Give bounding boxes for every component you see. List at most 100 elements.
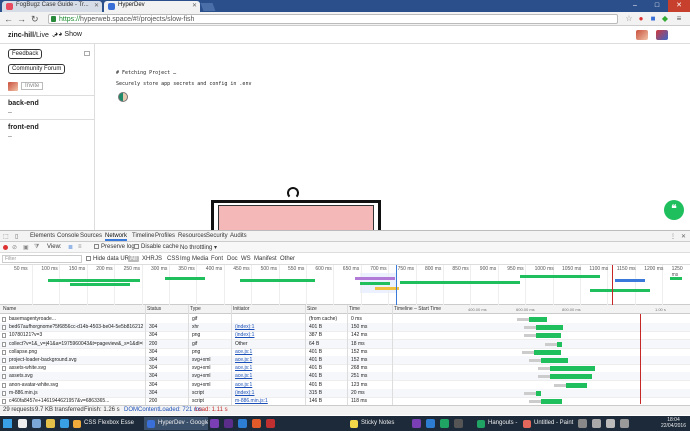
new-tab-button[interactable] (200, 3, 216, 11)
tab-fogbugz[interactable]: FogBugz Case Guide - Tr... ✕ (2, 1, 102, 12)
devtools-tab-network[interactable]: Network (105, 233, 128, 241)
column-header-size[interactable]: Size (307, 306, 317, 312)
devtools-tab-profiles[interactable]: Profiles (155, 233, 175, 239)
feedback-button[interactable]: Feedback (8, 49, 43, 59)
column-divider[interactable] (145, 305, 146, 405)
project-name[interactable]: zinc-hill/Live ⌄ (8, 31, 57, 39)
forward-arrow-icon[interactable]: → (17, 14, 26, 24)
menu-icon[interactable]: ≡ (674, 14, 684, 24)
column-divider[interactable] (231, 305, 232, 405)
clear-icon[interactable]: ⊘ (12, 244, 17, 251)
volume-icon[interactable] (606, 419, 615, 428)
devtools-tab-timeline[interactable]: Timeline (132, 233, 154, 239)
user-avatar[interactable] (636, 30, 648, 40)
cell-initiator[interactable]: ace.js:1 (235, 365, 303, 371)
devtools-tab-security[interactable]: Security (206, 233, 228, 239)
system-tray-icon[interactable] (578, 419, 587, 428)
taskbar-item[interactable]: CSS Flexbox Essenti... (70, 417, 134, 430)
vscode-icon[interactable] (238, 419, 247, 428)
section-front-end[interactable]: front-end (8, 124, 39, 131)
filter-type-manifest[interactable]: Manifest (254, 256, 277, 262)
devtools-tab-console[interactable]: Console (57, 233, 79, 239)
more-options-icon[interactable]: ⋮ (670, 233, 676, 240)
column-header-name[interactable]: Name (3, 306, 16, 312)
extension-icon[interactable]: ■ (648, 14, 658, 24)
edge-browser-icon[interactable] (60, 419, 69, 428)
url-input[interactable]: https://hyperweb.space/#!/projects/slow-… (48, 14, 618, 24)
column-header-initiator[interactable]: Initiator (233, 306, 249, 312)
filter-input[interactable]: Filter (2, 255, 82, 263)
taskbar-item[interactable]: Untitled - Paint (520, 417, 576, 430)
filter-type-all[interactable]: All (128, 256, 139, 262)
column-header-time[interactable]: Time (349, 306, 360, 312)
invite-button[interactable]: Invite (21, 82, 44, 90)
close-tab-icon[interactable]: ✕ (94, 2, 99, 9)
show-button[interactable]: ◕◕ Show (54, 31, 82, 38)
capture-screenshots-icon[interactable]: ▣ (23, 244, 29, 251)
throttling-select[interactable]: No throttling ▾ (180, 244, 217, 251)
cell-initiator[interactable]: (index):1 (235, 324, 303, 330)
cell-initiator[interactable]: ace.js:1 (235, 349, 303, 355)
visual-studio-icon[interactable] (224, 419, 233, 428)
cell-initiator[interactable]: (index):1 (235, 390, 303, 396)
taskbar-item[interactable]: HyperDev - Google ... (144, 417, 208, 430)
tab-hyperdev[interactable]: HyperDev ✕ (104, 1, 200, 12)
bookmark-star-icon[interactable]: ☆ (624, 14, 634, 24)
app-icon[interactable] (266, 419, 275, 428)
close-icon[interactable]: ✕ (681, 233, 686, 240)
devtools-tab-elements[interactable]: Elements (30, 233, 55, 239)
clock[interactable]: 18:04 22/04/2016 (661, 417, 686, 429)
column-divider[interactable] (188, 305, 189, 405)
filter-icon[interactable]: ⧩ (34, 244, 39, 251)
device-mode-icon[interactable]: ▯ (15, 233, 18, 240)
collapse-sidebar-icon[interactable] (84, 51, 90, 56)
cell-initiator[interactable]: ace.js:1 (235, 382, 303, 388)
devtools-tab-audits[interactable]: Audits (230, 233, 247, 239)
cell-initiator[interactable]: ace.js:1 (235, 357, 303, 363)
search-icon[interactable] (18, 419, 27, 428)
app-icon[interactable] (454, 419, 463, 428)
close-tab-icon[interactable]: ✕ (192, 2, 197, 9)
overview-icon[interactable]: ≡ (78, 244, 82, 250)
filter-type-font[interactable]: Font (211, 256, 223, 262)
devtools-tab-sources[interactable]: Sources (80, 233, 102, 239)
inspect-icon[interactable]: ⬚ (3, 233, 9, 240)
filter-type-css[interactable]: CSS (167, 256, 179, 262)
maximize-button[interactable]: □ (646, 0, 668, 12)
record-icon[interactable] (3, 245, 8, 250)
taskbar-item[interactable]: Hangouts - danny... (474, 417, 518, 430)
filter-type-js[interactable]: JS (155, 256, 162, 262)
close-window-button[interactable]: ✕ (668, 0, 690, 12)
extension-icon[interactable]: ◆ (660, 14, 670, 24)
filter-type-xhr[interactable]: XHR (142, 256, 155, 262)
devtools-tab-resources[interactable]: Resources (178, 233, 207, 239)
app-icon[interactable] (252, 419, 261, 428)
visual-studio-icon[interactable] (210, 419, 219, 428)
project-avatar[interactable] (656, 30, 668, 40)
cell-initiator[interactable]: (index):1 (235, 332, 303, 338)
filter-type-media[interactable]: Media (192, 256, 208, 262)
file-explorer-icon[interactable] (46, 419, 55, 428)
vscode-icon[interactable] (426, 419, 435, 428)
keyboard-icon[interactable] (620, 419, 629, 428)
reload-icon[interactable]: ↻ (31, 14, 39, 24)
back-arrow-icon[interactable]: ← (4, 14, 13, 24)
visual-studio-icon[interactable] (412, 419, 421, 428)
column-header-type[interactable]: Type (190, 306, 201, 312)
large-rows-icon[interactable]: ≣ (68, 244, 73, 251)
column-header-timeline-start-time[interactable]: Timeline – Start Time (394, 306, 441, 312)
filter-type-ws[interactable]: WS (241, 256, 251, 262)
cell-initiator[interactable]: m-886.min.js:1 (235, 398, 303, 404)
preserve-log-checkbox[interactable]: Preserve log (94, 244, 135, 250)
filter-type-img[interactable]: Img (180, 256, 190, 262)
chat-bubble-icon[interactable]: ❝ (664, 200, 684, 220)
column-header-status[interactable]: Status (147, 306, 161, 312)
minimize-button[interactable]: – (624, 0, 646, 12)
disable-cache-checkbox[interactable]: Disable cache (134, 244, 179, 250)
windows-start-icon[interactable] (3, 419, 12, 428)
app-icon[interactable] (440, 419, 449, 428)
filter-type-doc[interactable]: Doc (227, 256, 238, 262)
column-divider[interactable] (347, 305, 348, 405)
task-view-icon[interactable] (32, 419, 41, 428)
cell-initiator[interactable]: ace.js:1 (235, 373, 303, 379)
